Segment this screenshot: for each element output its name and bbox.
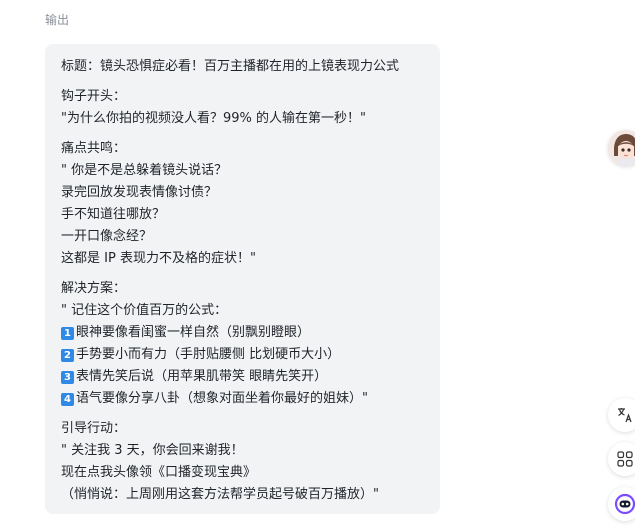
solution-item-text: 手势要小而有力（手肘贴腰侧 比划硬币大小） [76, 347, 341, 362]
chat-page: 输出 标题：镜头恐惧症必看！百万主播都在用的上镜表现力公式 钩子开头： "为什么… [0, 0, 635, 526]
solution-item: 1 眼神要像看闺蜜一样自然（别飘别瞪眼） [61, 322, 440, 344]
output-label: 输出 [45, 13, 70, 27]
pain-line: 录完回放发现表情像讨债？ [61, 185, 218, 200]
pain-line: 一开口像念经？ [61, 229, 153, 244]
cta-line: " 关注我 3 天，你会回来谢我！ [61, 443, 244, 458]
hook-heading: 钩子开头： [61, 89, 127, 104]
ai-assistant-button[interactable] [608, 487, 635, 521]
translate-icon [618, 408, 632, 423]
solution-item: 3 表情先笑后说（用苹果肌带笑 眼睛先笑开） [61, 366, 440, 388]
solution-heading: 解决方案： [61, 281, 127, 296]
pain-line: " 你是不是总躲着镜头说话？ [61, 163, 228, 178]
number-badge-icon: 2 [61, 348, 74, 362]
ai-assistant-icon [614, 493, 635, 515]
pain-heading: 痛点共鸣： [61, 141, 127, 156]
solution-intro: " 记住这个价值百万的公式： [61, 303, 228, 318]
number-badge-icon: 3 [61, 370, 74, 384]
avatar-illustration [608, 130, 635, 166]
apps-button[interactable] [608, 442, 635, 476]
solution-item: 2 手势要小而有力（手肘贴腰侧 比划硬币大小） [61, 344, 440, 366]
hook-line: "为什么你拍的视频没人看？99% 的人输在第一秒！" [61, 111, 366, 126]
number-badge-icon: 1 [61, 326, 74, 340]
pain-line: 手不知道往哪放？ [61, 207, 166, 222]
pain-line: 这都是 IP 表现力不及格的症状！" [61, 251, 256, 266]
solution-item-text: 表情先笑后说（用苹果肌带笑 眼睛先笑开） [76, 369, 328, 384]
cta-line: 现在点我头像领《口播变现宝典》 [61, 465, 257, 480]
assistant-avatar-icon[interactable] [608, 130, 635, 166]
cta-heading: 引导行动： [61, 421, 127, 436]
solution-item: 4 语气要像分享八卦（想象对面坐着你最好的姐妹）" [61, 388, 440, 410]
cta-line: （悄悄说：上周刚用这套方法帮学员起号破百万播放）" [61, 487, 379, 502]
output-card: 标题：镜头恐惧症必看！百万主播都在用的上镜表现力公式 钩子开头： "为什么你拍的… [45, 44, 440, 514]
translate-button[interactable] [608, 398, 635, 432]
solution-item-text: 眼神要像看闺蜜一样自然（别飘别瞪眼） [76, 325, 311, 340]
apps-grid-icon [617, 451, 633, 467]
solution-item-text: 语气要像分享八卦（想象对面坐着你最好的姐妹）" [76, 391, 368, 406]
content-title: 标题：镜头恐惧症必看！百万主播都在用的上镜表现力公式 [61, 59, 400, 74]
number-badge-icon: 4 [61, 392, 74, 406]
